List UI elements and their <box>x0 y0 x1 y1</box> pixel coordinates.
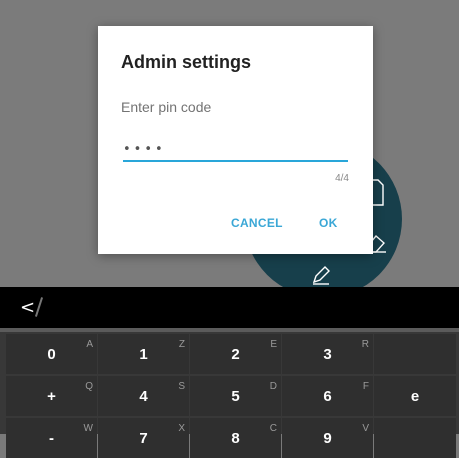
pin-code-label: Enter pin code <box>121 99 212 115</box>
key-5[interactable]: 5 D <box>190 376 281 416</box>
key-3[interactable]: 3 R <box>282 334 373 374</box>
key-blank-top[interactable] <box>374 334 456 374</box>
key-2[interactable]: 2 E <box>190 334 281 374</box>
dialog-title: Admin settings <box>121 52 252 72</box>
key-4[interactable]: 4 S <box>98 376 189 416</box>
key-e[interactable]: e <box>374 376 456 416</box>
numeric-keyboard: 0 A 1 Z 2 E 3 R + Q 4 S 5 D 6 F e - W 7 … <box>0 332 459 458</box>
pin-code-input[interactable] <box>123 138 348 162</box>
back-icon[interactable]: < <box>20 297 35 318</box>
admin-settings-dialog: Admin settings Enter pin code 4/4 CANCEL… <box>98 26 373 254</box>
keyboard-suggestion-bar: < <box>0 287 459 328</box>
key-7[interactable]: 7 X <box>98 418 189 458</box>
key-6[interactable]: 6 F <box>282 376 373 416</box>
key-1[interactable]: 1 Z <box>98 334 189 374</box>
pen-icon <box>312 266 330 285</box>
key-8[interactable]: 8 C <box>190 418 281 458</box>
key-0[interactable]: 0 A <box>6 334 97 374</box>
ok-button[interactable]: OK <box>319 216 338 230</box>
cancel-button[interactable]: CANCEL <box>231 216 283 230</box>
bar-separator <box>34 297 44 317</box>
key-minus[interactable]: - W <box>6 418 97 458</box>
key-blank-bottom[interactable] <box>374 418 456 458</box>
key-9[interactable]: 9 V <box>282 418 373 458</box>
character-counter: 4/4 <box>335 173 349 184</box>
key-plus[interactable]: + Q <box>6 376 97 416</box>
